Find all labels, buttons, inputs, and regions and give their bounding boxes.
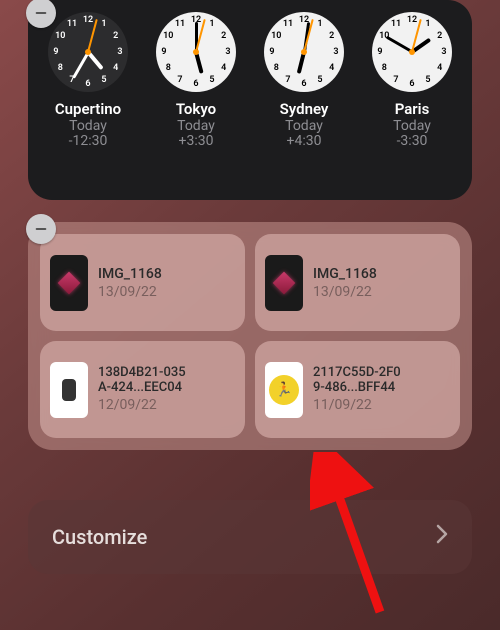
customize-label: Customize [52, 525, 147, 549]
clock-paris: 123456789101112 ParisToday-3:30 [358, 12, 466, 149]
file-name: 9-486...BFF44 [313, 381, 401, 396]
minus-icon [33, 5, 49, 21]
clock-face: 123456789101112 [48, 12, 128, 92]
file-date: 12/09/22 [98, 397, 186, 413]
file-item[interactable]: 🏃 2117C55D-2F09-486...BFF4411/09/22 [255, 341, 460, 438]
city-offset: -12:30 [69, 133, 108, 149]
file-name: 138D4B21-035 [98, 366, 186, 381]
file-thumbnail [265, 255, 303, 311]
file-thumbnail [50, 362, 88, 418]
chevron-right-icon [436, 524, 448, 550]
city-day: Today [177, 118, 215, 134]
clock-tokyo: 123456789101112 TokyoToday+3:30 [142, 12, 250, 149]
city-name: Sydney [280, 100, 329, 118]
file-item[interactable]: IMG_1168 13/09/22 [255, 234, 460, 331]
clock-face: 123456789101112 [156, 12, 236, 92]
file-thumbnail [50, 255, 88, 311]
clock-sydney: 123456789101112 SydneyToday+4:30 [250, 12, 358, 149]
file-thumbnail: 🏃 [265, 362, 303, 418]
clock-cupertino: 123456789101112 CupertinoToday-12:30 [34, 12, 142, 149]
minus-icon [33, 221, 49, 237]
world-clock-widget[interactable]: 123456789101112CupertinoToday-12:3012345… [28, 0, 472, 200]
file-item[interactable]: 138D4B21-035A-424...EEC0412/09/22 [40, 341, 245, 438]
city-offset: +4:30 [287, 133, 322, 149]
city-offset: -3:30 [397, 133, 428, 149]
file-name: 2117C55D-2F0 [313, 366, 401, 381]
file-date: 13/09/22 [313, 284, 377, 300]
clock-face: 123456789101112 [264, 12, 344, 92]
clock-face: 123456789101112 [372, 12, 452, 92]
city-name: Cupertino [55, 100, 121, 118]
remove-files-button[interactable] [26, 214, 56, 244]
file-date: 11/09/22 [313, 397, 401, 413]
file-item[interactable]: IMG_1168 13/09/22 [40, 234, 245, 331]
city-day: Today [69, 118, 107, 134]
city-day: Today [285, 118, 323, 134]
file-name: IMG_1168 [98, 266, 162, 282]
file-date: 13/09/22 [98, 284, 162, 300]
city-name: Paris [395, 100, 430, 118]
file-name: IMG_1168 [313, 266, 377, 282]
city-day: Today [393, 118, 431, 134]
files-widget[interactable]: IMG_1168 13/09/22 IMG_1168 13/09/22 138D4B21… [28, 222, 472, 450]
city-name: Tokyo [176, 100, 216, 118]
city-offset: +3:30 [179, 133, 214, 149]
file-name: A-424...EEC04 [98, 381, 186, 396]
customize-button[interactable]: Customize [28, 500, 472, 574]
